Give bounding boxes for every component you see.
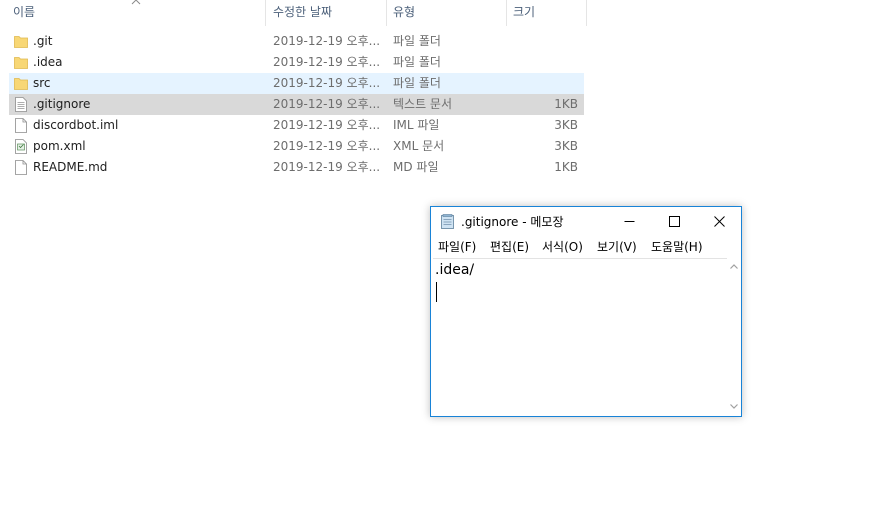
- file-size: 1KB: [554, 160, 578, 174]
- file-date: 2019-12-19 오후...: [273, 55, 381, 69]
- minimize-button[interactable]: [607, 207, 652, 237]
- file-size: 3KB: [554, 118, 578, 132]
- file-icon: [15, 118, 27, 133]
- file-row-pom-xml[interactable]: pom.xml 2019-12-19 오후... XML 문서 3KB: [9, 136, 584, 157]
- menu-format[interactable]: 서식(O): [542, 237, 583, 257]
- file-date: 2019-12-19 오후...: [273, 139, 381, 153]
- text-caret: [436, 282, 437, 302]
- file-type: MD 파일: [393, 160, 439, 174]
- column-name-header[interactable]: 이름: [9, 0, 35, 26]
- menu-help[interactable]: 도움말(H): [651, 237, 703, 257]
- file-row-readme-md[interactable]: README.md 2019-12-19 오후... MD 파일 1KB: [9, 157, 584, 178]
- maximize-icon: [669, 216, 680, 227]
- menu-edit[interactable]: 편집(E): [490, 237, 529, 257]
- column-type-header[interactable]: 유형: [389, 0, 415, 26]
- close-button[interactable]: [697, 207, 742, 237]
- notepad-title-bar[interactable]: .gitignore - 메모장: [431, 207, 741, 237]
- file-name: .idea: [33, 55, 63, 69]
- scroll-up-icon[interactable]: [729, 262, 739, 272]
- file-name: src: [33, 76, 51, 90]
- notepad-window[interactable]: .gitignore - 메모장 파일(F) 편집(E) 서식(O) 보기(V)…: [430, 206, 742, 417]
- column-divider[interactable]: [586, 0, 587, 26]
- minimize-icon: [624, 221, 635, 222]
- file-name: .gitignore: [33, 97, 91, 111]
- notepad-title: .gitignore - 메모장: [461, 215, 564, 229]
- notepad-menu-bar: 파일(F) 편집(E) 서식(O) 보기(V) 도움말(H): [431, 237, 741, 257]
- file-date: 2019-12-19 오후...: [273, 97, 381, 111]
- column-date-header[interactable]: 수정한 날짜: [269, 0, 332, 26]
- file-row-gitignore[interactable]: .gitignore 2019-12-19 오후... 텍스트 문서 1KB: [9, 94, 584, 115]
- file-row-src[interactable]: src 2019-12-19 오후... 파일 폴더: [9, 73, 584, 94]
- file-date: 2019-12-19 오후...: [273, 160, 381, 174]
- menu-view[interactable]: 보기(V): [597, 237, 637, 257]
- menu-file[interactable]: 파일(F): [438, 237, 476, 257]
- scroll-down-icon[interactable]: [729, 401, 739, 411]
- file-row-discordbot-iml[interactable]: discordbot.iml 2019-12-19 오후... IML 파일 3…: [9, 115, 584, 136]
- file-date: 2019-12-19 오후...: [273, 76, 381, 90]
- folder-icon: [14, 57, 28, 69]
- file-name: README.md: [33, 160, 108, 174]
- file-icon: [15, 160, 27, 175]
- folder-icon: [14, 36, 28, 48]
- file-type: IML 파일: [393, 118, 440, 132]
- notepad-text-area[interactable]: .idea/: [433, 258, 728, 415]
- maximize-button[interactable]: [652, 207, 697, 237]
- file-row-idea[interactable]: .idea 2019-12-19 오후... 파일 폴더: [9, 52, 584, 73]
- file-name: .git: [33, 34, 53, 48]
- file-size: 3KB: [554, 139, 578, 153]
- column-divider[interactable]: [386, 0, 387, 26]
- notepad-app-icon: [441, 214, 454, 229]
- vertical-scrollbar[interactable]: [727, 258, 741, 415]
- file-name: pom.xml: [33, 139, 86, 153]
- file-date: 2019-12-19 오후...: [273, 118, 381, 132]
- file-date: 2019-12-19 오후...: [273, 34, 381, 48]
- file-row-git[interactable]: .git 2019-12-19 오후... 파일 폴더: [9, 31, 584, 52]
- column-divider[interactable]: [265, 0, 266, 26]
- sort-ascending-icon: [131, 0, 141, 5]
- folder-icon: [14, 78, 28, 90]
- file-type: XML 문서: [393, 139, 445, 153]
- file-name: discordbot.iml: [33, 118, 119, 132]
- file-type: 파일 폴더: [393, 34, 441, 48]
- column-header: 이름 수정한 날짜 유형 크기: [0, 0, 590, 26]
- xml-file-icon: [15, 139, 27, 154]
- file-size: 1KB: [554, 97, 578, 111]
- file-type: 파일 폴더: [393, 76, 441, 90]
- notepad-content: .idea/: [435, 262, 475, 278]
- column-divider[interactable]: [506, 0, 507, 26]
- close-icon: [714, 216, 725, 227]
- text-file-icon: [15, 97, 27, 112]
- file-type: 텍스트 문서: [393, 97, 453, 111]
- column-size-header[interactable]: 크기: [509, 0, 535, 26]
- file-type: 파일 폴더: [393, 55, 441, 69]
